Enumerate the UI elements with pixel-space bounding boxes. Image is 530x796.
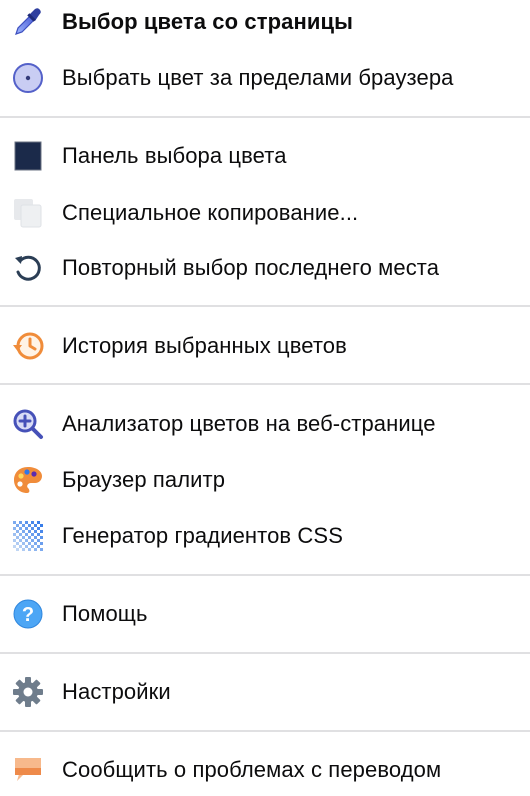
- menu-item-report-translation[interactable]: Сообщить о проблемах с переводом: [0, 744, 530, 796]
- menu-item-palette-browser[interactable]: Браузер палитр: [0, 454, 530, 506]
- help-icon: ?: [11, 597, 45, 631]
- magnifier-plus-icon: [11, 407, 45, 441]
- copy-icon: [11, 196, 45, 230]
- menu-item-label: История выбранных цветов: [62, 333, 347, 358]
- menu-item-repeat-last[interactable]: Повторный выбор последнего места: [0, 242, 530, 294]
- menu-item-pick-from-page[interactable]: Выбор цвета со страницы: [0, 0, 530, 48]
- menu-separator: [0, 574, 530, 576]
- menu-item-settings[interactable]: Настройки: [0, 666, 530, 718]
- menu-separator: [0, 305, 530, 307]
- menu-item-color-panel[interactable]: Панель выбора цвета: [0, 130, 530, 182]
- speech-bubble-icon: [11, 753, 45, 787]
- menu-item-label: Специальное копирование...: [62, 200, 359, 225]
- gradient-checker-icon: [11, 519, 45, 553]
- menu-separator: [0, 116, 530, 118]
- menu-item-label: Выбор цвета со страницы: [62, 9, 353, 34]
- menu-item-label: Генератор градиентов CSS: [62, 523, 343, 548]
- menu-item-special-copy[interactable]: Специальное копирование...: [0, 187, 530, 239]
- menu-item-help[interactable]: ? Помощь: [0, 588, 530, 640]
- menu-item-label: Сообщить о проблемах с переводом: [62, 757, 442, 782]
- history-clock-icon: [11, 329, 45, 363]
- menu-item-label: Анализатор цветов на веб-странице: [62, 411, 436, 436]
- menu-item-label: Повторный выбор последнего места: [62, 255, 440, 280]
- svg-text:?: ?: [22, 604, 34, 626]
- menu-item-page-analyzer[interactable]: Анализатор цветов на веб-странице: [0, 398, 530, 450]
- reload-icon: [11, 251, 45, 285]
- eyedropper-icon: [11, 5, 45, 39]
- menu-item-label: Браузер палитр: [62, 467, 226, 492]
- menu-separator: [0, 730, 530, 732]
- menu-item-history[interactable]: История выбранных цветов: [0, 320, 530, 372]
- context-menu: Выбор цвета со страницы Выбрать цвет за …: [0, 0, 530, 792]
- palette-icon: [11, 463, 45, 497]
- menu-item-label: Выбрать цвет за пределами браузера: [62, 65, 454, 90]
- color-square-icon: [11, 139, 45, 173]
- menu-item-label: Настройки: [62, 679, 171, 704]
- menu-separator: [0, 652, 530, 654]
- menu-item-pick-outside-browser[interactable]: Выбрать цвет за пределами браузера: [0, 52, 530, 104]
- menu-separator: [0, 383, 530, 385]
- screen-target-icon: [11, 61, 45, 95]
- menu-item-label: Панель выбора цвета: [62, 143, 287, 168]
- menu-item-css-gradient[interactable]: Генератор градиентов CSS: [0, 510, 530, 562]
- gear-icon: [11, 675, 45, 709]
- menu-item-label: Помощь: [62, 601, 148, 626]
